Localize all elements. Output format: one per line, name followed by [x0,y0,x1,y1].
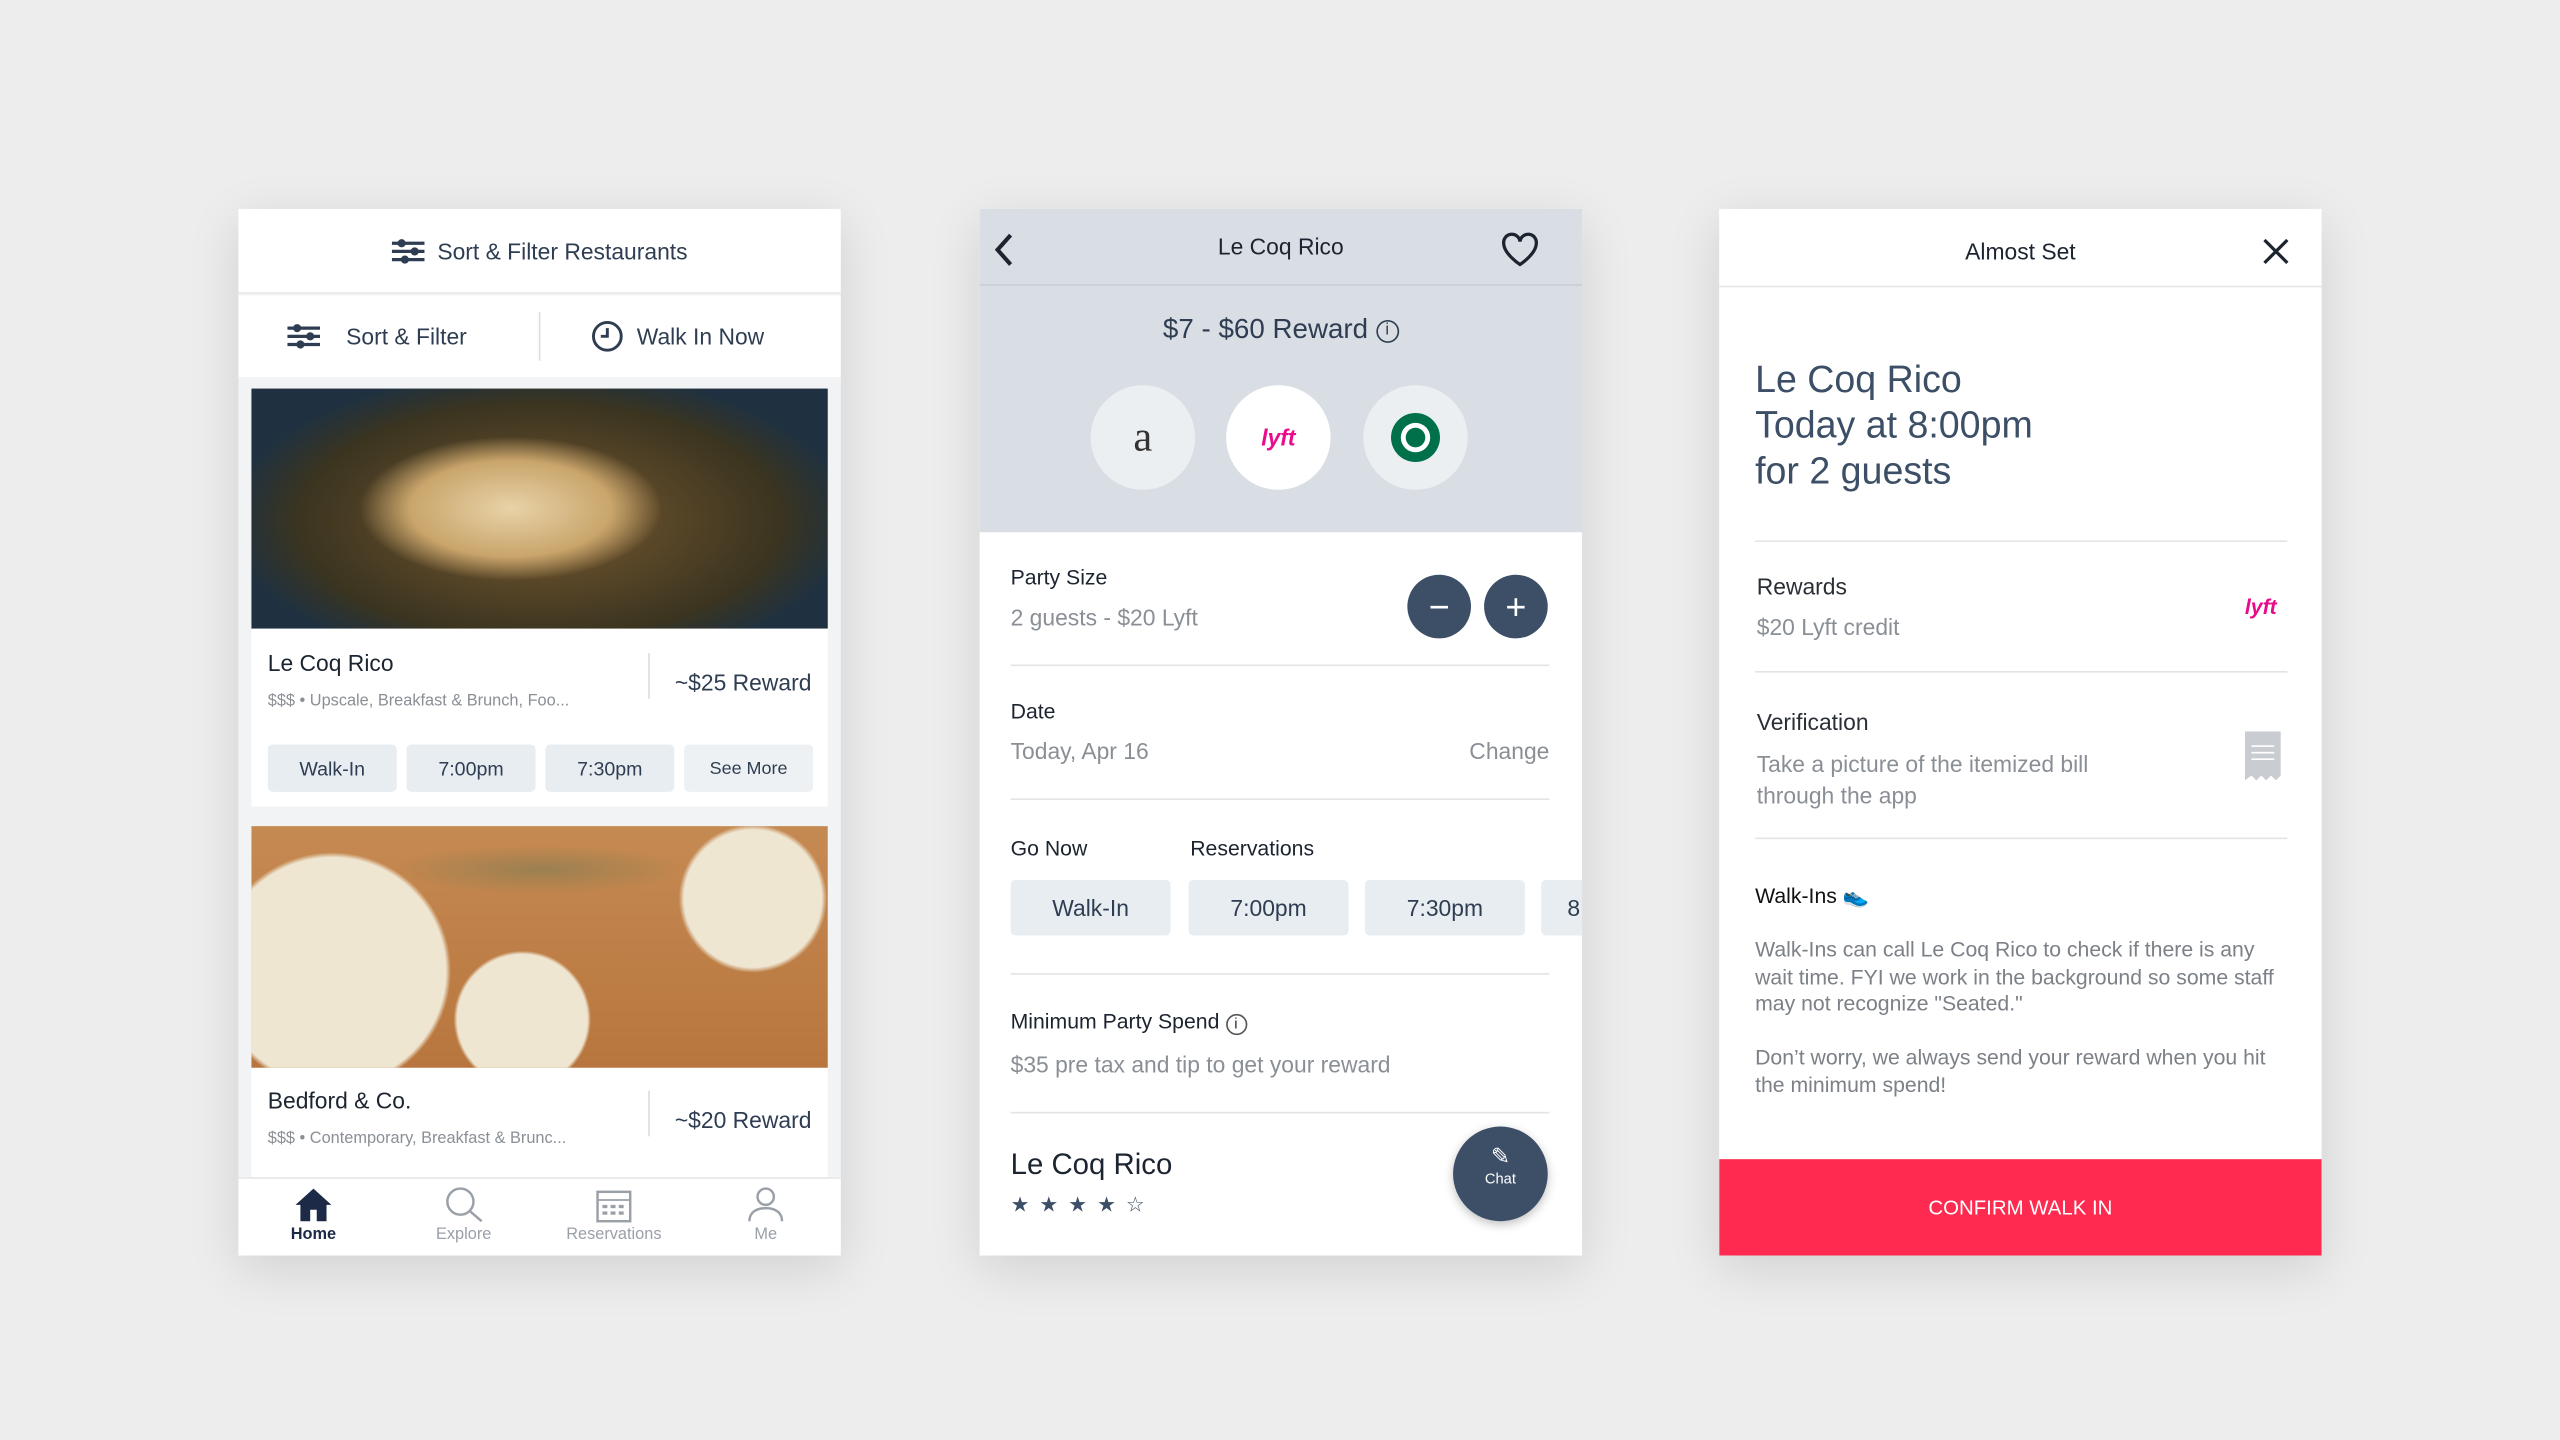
restaurant-list-screen: Sort & Filter Restaurants Sort & Filter … [238,208,841,1256]
restaurant-photo [251,388,828,629]
sort-filter-button[interactable]: Sort & Filter [287,296,467,378]
confirm-walk-in-button[interactable]: CONFIRM WALK IN [1719,1159,2322,1256]
min-spend-value: $35 pre tax and tip to get your reward [1010,1051,1391,1078]
sliders-icon [287,324,320,349]
divider [538,311,541,361]
party-size-value: 2 guests - $20 Lyft [1010,604,1198,631]
time-slot[interactable]: 7:30pm [1364,879,1525,936]
tab-bar: Home Explore Reservations Me [238,1177,841,1256]
date-label: Date [1010,698,1056,724]
tab-home[interactable]: Home [238,1177,388,1255]
change-date-link[interactable]: Change [1469,738,1549,764]
info-icon[interactable]: i [1375,319,1399,343]
time-slot[interactable]: 7:00pm [1188,879,1349,936]
restaurant-card[interactable]: Bedford & Co. $$$ • Contemporary, Breakf… [251,826,828,1186]
starbucks-logo[interactable] [1363,385,1468,490]
chat-button[interactable]: ✎ Chat [1453,1126,1548,1222]
home-icon [295,1188,332,1222]
restaurant-details: $$$ • Upscale, Breakfast & Brunch, Foo..… [267,692,570,711]
restaurant-name: Le Coq Rico [267,649,394,676]
user-icon [748,1187,784,1222]
lyft-logo: lyft [2244,594,2277,619]
walkins-reward-note: Don’t worry, we always send your reward … [1755,1044,2266,1097]
walk-in-now-button[interactable]: Walk In Now [591,296,764,378]
screen-title: Almost Set [1965,238,2076,265]
half-star-icon: ☆ [1125,1191,1155,1217]
verification-value: Take a picture of the itemized bill thro… [1756,751,2089,809]
reward-range: $7 - $60 Reward i [980,313,1582,346]
reward-amount: ~$25 Reward [674,669,812,696]
star-rating: ★★★★☆ [1010,1191,1155,1217]
screen-title: Le Coq Rico [1217,233,1344,260]
tab-reservations[interactable]: Reservations [539,1177,689,1255]
pencil-icon: ✎ [1490,1142,1510,1169]
tab-me[interactable]: Me [691,1177,841,1255]
reservations-label: Reservations [1190,835,1315,861]
receipt-icon [2244,731,2281,781]
walkins-text: Walk-Ins can call Le Coq Rico to check i… [1755,937,2274,1016]
see-more-button[interactable]: See More [684,744,814,792]
restaurant-name: Le Coq Rico [1010,1147,1173,1181]
sort-filter-label: Sort & Filter [346,323,467,350]
time-slot[interactable]: 8 [1541,879,1583,936]
time-slot-walk-in[interactable]: Walk-In [267,744,397,792]
time-slot[interactable]: 7:30pm [545,744,675,792]
min-spend-label: Minimum Party Spend i [1011,1009,1247,1036]
decrease-party-button[interactable]: − [1407,574,1472,639]
restaurant-detail-screen: Le Coq Rico $7 - $60 Reward i a lyft Par… [979,208,1583,1256]
restaurant-card[interactable]: Le Coq Rico $$$ • Upscale, Breakfast & B… [251,388,828,807]
sort-filter-header[interactable]: Sort & Filter Restaurants [238,208,841,294]
walk-in-now-label: Walk In Now [636,323,765,350]
booking-summary: Le Coq Rico Today at 8:00pm for 2 guests [1755,357,2033,492]
close-icon[interactable] [2261,237,2290,266]
restaurant-details: $$$ • Contemporary, Breakfast & Brunc... [267,1129,567,1148]
search-icon [446,1187,483,1223]
heart-icon[interactable] [1500,232,1539,268]
time-slot-walk-in[interactable]: Walk-In [1010,879,1171,936]
verification-label: Verification [1756,708,1869,735]
restaurant-name: Bedford & Co. [267,1087,412,1114]
tab-explore[interactable]: Explore [389,1177,539,1255]
header-title: Sort & Filter Restaurants [437,237,688,264]
rewards-label: Rewards [1756,573,1847,600]
clock-icon [591,320,623,352]
rewards-value: $20 Lyft credit [1756,613,1900,640]
reward-amount: ~$20 Reward [674,1106,812,1134]
lyft-logo[interactable]: lyft [1226,385,1331,490]
go-now-label: Go Now [1010,835,1088,861]
info-icon[interactable]: i [1225,1013,1247,1036]
date-value: Today, Apr 16 [1010,737,1149,765]
amazon-logo[interactable]: a [1090,385,1196,490]
increase-party-button[interactable]: + [1484,574,1548,639]
calendar-icon [596,1190,632,1223]
walkins-label: Walk-Ins 👟 [1755,883,1870,908]
confirmation-screen: Almost Set Le Coq Rico Today at 8:00pm for… [1719,208,2322,1256]
time-slot[interactable]: 7:00pm [406,744,536,792]
sliders-icon [391,238,425,263]
party-size-label: Party Size [1010,564,1108,590]
shoe-icon: 👟 [1842,883,1870,908]
restaurant-photo [251,826,828,1068]
